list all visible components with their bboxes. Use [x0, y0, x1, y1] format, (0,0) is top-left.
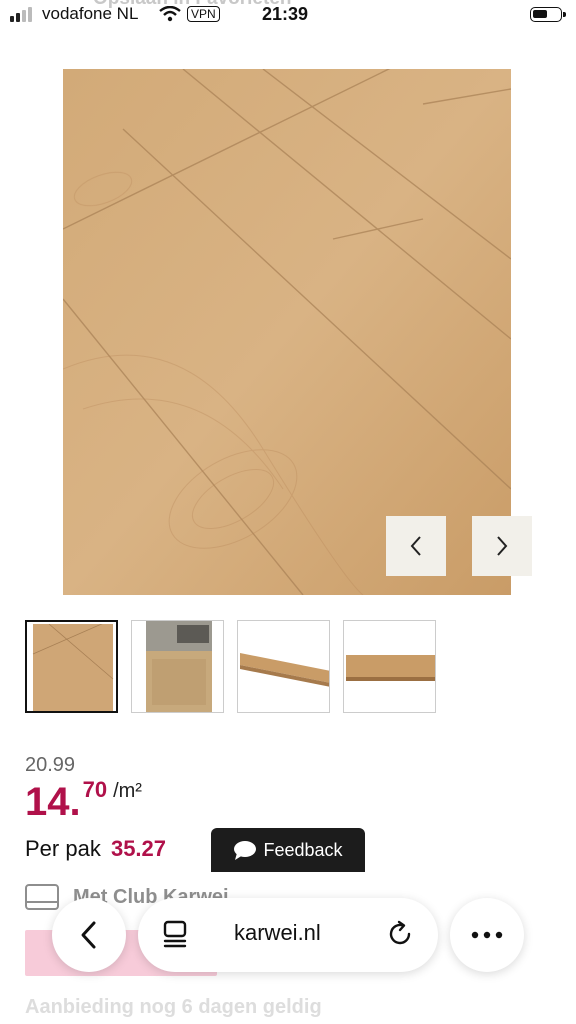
price-decimal: 70 — [82, 777, 108, 802]
browser-address-bar[interactable]: karwei.nl — [138, 898, 438, 972]
price-unit: /m² — [113, 780, 142, 802]
thumbnail-4[interactable] — [343, 620, 436, 713]
single-plank-side-image — [346, 655, 435, 681]
chevron-left-icon — [410, 536, 421, 556]
single-plank-angle-image — [240, 653, 329, 687]
reload-icon[interactable] — [386, 920, 414, 948]
thumbnail-2[interactable] — [131, 620, 224, 713]
more-dots-icon — [471, 931, 503, 939]
gallery-next-button[interactable] — [472, 516, 532, 576]
wifi-icon — [159, 6, 181, 22]
browser-more-button[interactable] — [450, 898, 524, 972]
speech-bubble-icon — [234, 841, 257, 860]
per-pak-price: Per pak 35.27 — [25, 836, 166, 862]
status-bar: vodafone NL Opslaan in Favorieten VPN 21… — [0, 0, 576, 34]
per-pak-label: Per pak — [25, 836, 101, 861]
url-text: karwei.nl — [234, 920, 321, 945]
old-price: 20.99 — [25, 754, 76, 776]
thumbnail-1[interactable] — [25, 620, 118, 713]
clock: 21:39 — [262, 4, 309, 24]
current-price: 14.70/m² — [25, 777, 142, 825]
price-integer: 14. — [25, 780, 81, 824]
vpn-badge: VPN — [187, 6, 220, 22]
per-pak-amount: 35.27 — [110, 836, 167, 861]
feedback-button[interactable]: Feedback — [211, 828, 365, 872]
browser-back-button[interactable] — [52, 898, 126, 972]
wood-plank-closeup-image — [32, 624, 114, 711]
card-icon — [25, 884, 59, 910]
thumbnail-3[interactable] — [237, 620, 330, 713]
promo-validity: Aanbieding nog 6 dagen geldig — [25, 996, 322, 1018]
thumbnail-strip — [25, 620, 436, 713]
room-with-floor-image — [146, 621, 212, 712]
tabs-icon — [163, 920, 187, 948]
chevron-right-icon — [497, 536, 508, 556]
battery-icon — [530, 7, 566, 22]
feedback-label: Feedback — [263, 839, 343, 860]
signal-icon — [10, 6, 32, 22]
gallery-prev-button[interactable] — [386, 516, 446, 576]
chevron-left-icon — [81, 921, 96, 949]
